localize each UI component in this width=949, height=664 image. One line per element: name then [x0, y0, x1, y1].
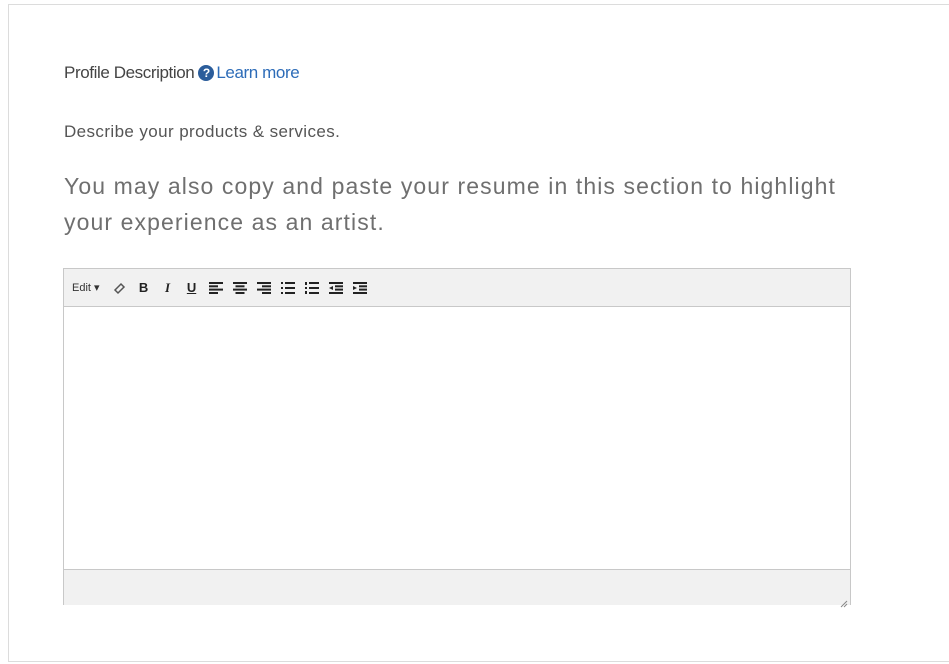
eraser-icon[interactable] [112, 280, 128, 296]
editor-toolbar: Edit ▾ B I U [64, 269, 850, 307]
field-label-row: Profile Description ? Learn more [64, 63, 300, 83]
align-center-icon[interactable] [232, 280, 248, 296]
underline-icon[interactable]: U [184, 280, 200, 296]
edit-menu-button[interactable]: Edit ▾ [72, 281, 100, 294]
field-description: You may also copy and paste your resume … [64, 173, 837, 235]
numbered-list-icon[interactable] [304, 280, 320, 296]
italic-icon[interactable]: I [160, 280, 176, 296]
field-subheading: Describe your products & services. [64, 122, 341, 141]
learn-more-link[interactable]: Learn more [216, 63, 299, 83]
indent-icon[interactable] [352, 280, 368, 296]
question-circle-icon[interactable]: ? [198, 65, 215, 81]
resize-handle-icon[interactable] [840, 595, 848, 608]
edit-menu-label: Edit [72, 282, 91, 294]
editor-statusbar [64, 570, 850, 608]
outdent-icon[interactable] [328, 280, 344, 296]
bullet-list-icon[interactable] [280, 280, 296, 296]
field-label: Profile Description [64, 63, 195, 82]
editor-content-area[interactable] [64, 307, 850, 570]
align-left-icon[interactable] [208, 280, 224, 296]
form-panel: Profile Description ? Learn more Describ… [8, 4, 949, 662]
rich-text-editor: Edit ▾ B I U [63, 268, 851, 608]
align-right-icon[interactable] [256, 280, 272, 296]
bold-icon[interactable]: B [136, 280, 152, 296]
